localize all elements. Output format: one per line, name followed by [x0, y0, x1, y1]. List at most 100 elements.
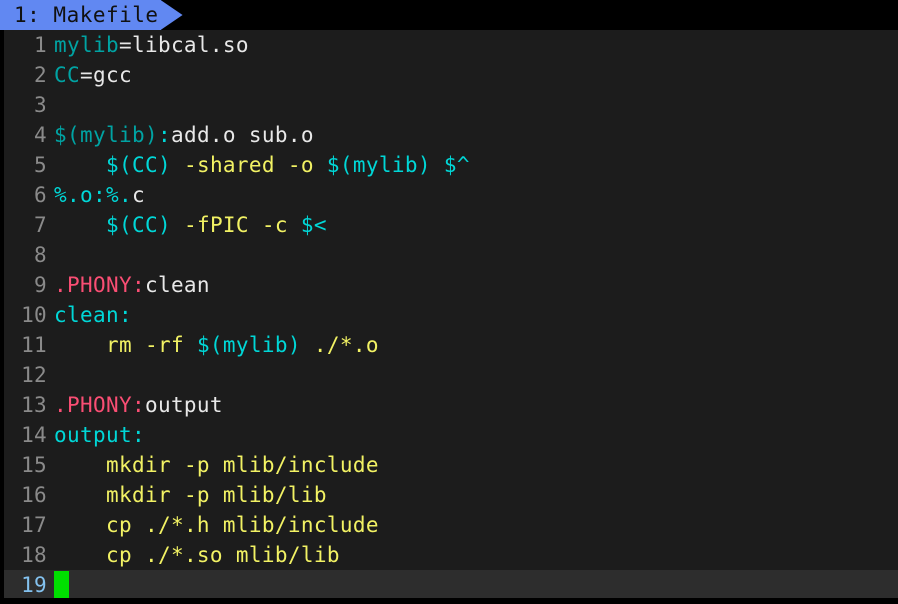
code-token-plain: =gcc: [80, 63, 132, 87]
code-token-command: cp ./*.h mlib/include: [105, 513, 379, 537]
line-number: 7: [34, 213, 47, 237]
code-token-command: cp ./*.so mlib/lib: [105, 543, 340, 567]
code-token-plain: c: [131, 183, 145, 207]
line-content[interactable]: .PHONY:clean: [54, 270, 898, 300]
editor-line[interactable]: 12: [4, 360, 898, 390]
tab-makefile[interactable]: 1: Makefile: [0, 0, 183, 30]
line-content[interactable]: output:: [54, 420, 898, 450]
code-token-plain: output: [144, 393, 223, 417]
code-token-target: $(mylib): [196, 333, 301, 357]
editor-line[interactable]: 16 mkdir -p mlib/lib: [4, 480, 898, 510]
tab-arrow-icon: [160, 0, 183, 30]
line-content[interactable]: %.o:%.c: [54, 180, 898, 210]
line-content[interactable]: cp ./*.so mlib/lib: [54, 540, 898, 570]
line-content[interactable]: CC=gcc: [54, 60, 898, 90]
line-number: 9: [34, 273, 47, 297]
line-number: 17: [21, 513, 47, 537]
line-content[interactable]: mylib=libcal.so: [54, 30, 898, 60]
line-number: 2: [34, 63, 47, 87]
line-content[interactable]: $(mylib):add.o sub.o: [54, 120, 898, 150]
code-token-target: clean:: [54, 303, 132, 327]
line-content[interactable]: clean:: [54, 300, 898, 330]
code-token-target: output:: [54, 423, 145, 447]
editor-line[interactable]: 3: [4, 90, 898, 120]
code-token-command: -fPIC -c: [183, 213, 301, 237]
editor-line[interactable]: 6 %.o:%.c: [4, 180, 898, 210]
editor-line[interactable]: 13 .PHONY:output: [4, 390, 898, 420]
code-token-variable: CC: [54, 63, 80, 87]
code-token-command: mkdir -p mlib/lib: [105, 483, 327, 507]
code-token-plain: clean: [144, 273, 210, 297]
window-bottom-strip: [0, 598, 898, 604]
line-content[interactable]: mkdir -p mlib/lib: [54, 480, 898, 510]
line-content[interactable]: [54, 570, 898, 598]
line-number: 15: [21, 453, 47, 477]
line-number: 8: [34, 243, 47, 267]
line-content[interactable]: $(CC) -fPIC -c $<: [54, 210, 898, 240]
tabline: 1: Makefile: [0, 0, 898, 30]
vim-window: 1: Makefile 1 mylib=libcal.so 2 CC=gcc 3 4 $(m…: [0, 0, 898, 604]
line-content[interactable]: .PHONY:output: [54, 390, 898, 420]
line-number: 10: [21, 303, 47, 327]
editor-line[interactable]: 10 clean:: [4, 300, 898, 330]
line-number: 12: [21, 363, 47, 387]
code-token-target: $(CC): [105, 153, 171, 177]
editor-line[interactable]: 7 $(CC) -fPIC -c $<: [4, 210, 898, 240]
line-content[interactable]: rm -rf $(mylib) ./*.o: [54, 330, 898, 360]
code-token-command: ./*.o: [313, 333, 379, 357]
line-number: 3: [34, 93, 47, 117]
code-token-directive: .PHONY:: [54, 393, 145, 417]
editor-line[interactable]: 14 output:: [4, 420, 898, 450]
editor-line[interactable]: 15 mkdir -p mlib/include: [4, 450, 898, 480]
editor-line[interactable]: 18 cp ./*.so mlib/lib: [4, 540, 898, 570]
code-token-target: :: [157, 123, 171, 147]
code-token-variable: $(mylib): [54, 123, 158, 147]
code-token-plain: add.o sub.o: [170, 123, 314, 147]
editor-line[interactable]: 17 cp ./*.h mlib/include: [4, 510, 898, 540]
code-token-target: $^: [443, 153, 470, 177]
code-token-variable: mylib: [54, 33, 119, 57]
editor-line[interactable]: 8: [4, 240, 898, 270]
code-token-command: rm -rf: [105, 333, 197, 357]
code-token-plain: =libcal.so: [118, 33, 249, 57]
editor-line[interactable]: 19: [4, 570, 898, 598]
editor-line[interactable]: 4 $(mylib):add.o sub.o: [4, 120, 898, 150]
line-number: 1: [34, 33, 47, 57]
code-token-target: %.o:%.: [54, 183, 132, 207]
editor-line[interactable]: 5 $(CC) -shared -o $(mylib) $^: [4, 150, 898, 180]
editor-buffer[interactable]: 1 mylib=libcal.so 2 CC=gcc 3 4 $(mylib):add.o …: [0, 30, 898, 598]
editor-line[interactable]: 1 mylib=libcal.so: [4, 30, 898, 60]
editor-line[interactable]: 11 rm -rf $(mylib) ./*.o: [4, 330, 898, 360]
line-number: 19: [21, 573, 47, 597]
line-number: 16: [21, 483, 47, 507]
line-content[interactable]: $(CC) -shared -o $(mylib) $^: [54, 150, 898, 180]
code-token-directive: .PHONY:: [54, 273, 145, 297]
line-number: 14: [21, 423, 47, 447]
line-number: 5: [34, 153, 47, 177]
code-token-target: $(mylib): [326, 153, 431, 177]
line-number: 18: [21, 543, 47, 567]
line-content[interactable]: cp ./*.h mlib/include: [54, 510, 898, 540]
code-token-command: mkdir -p mlib/include: [105, 453, 379, 477]
line-number: 13: [21, 393, 47, 417]
code-token-target: $<: [300, 213, 327, 237]
line-number: 4: [34, 123, 47, 147]
line-content[interactable]: mkdir -p mlib/include: [54, 450, 898, 480]
editor-line[interactable]: 9 .PHONY:clean: [4, 270, 898, 300]
editor-line[interactable]: 2 CC=gcc: [4, 60, 898, 90]
code-token-target: $(CC): [105, 213, 171, 237]
code-token-command: -shared -o: [183, 153, 327, 177]
line-number: 11: [21, 333, 47, 357]
line-number: 6: [34, 183, 47, 207]
